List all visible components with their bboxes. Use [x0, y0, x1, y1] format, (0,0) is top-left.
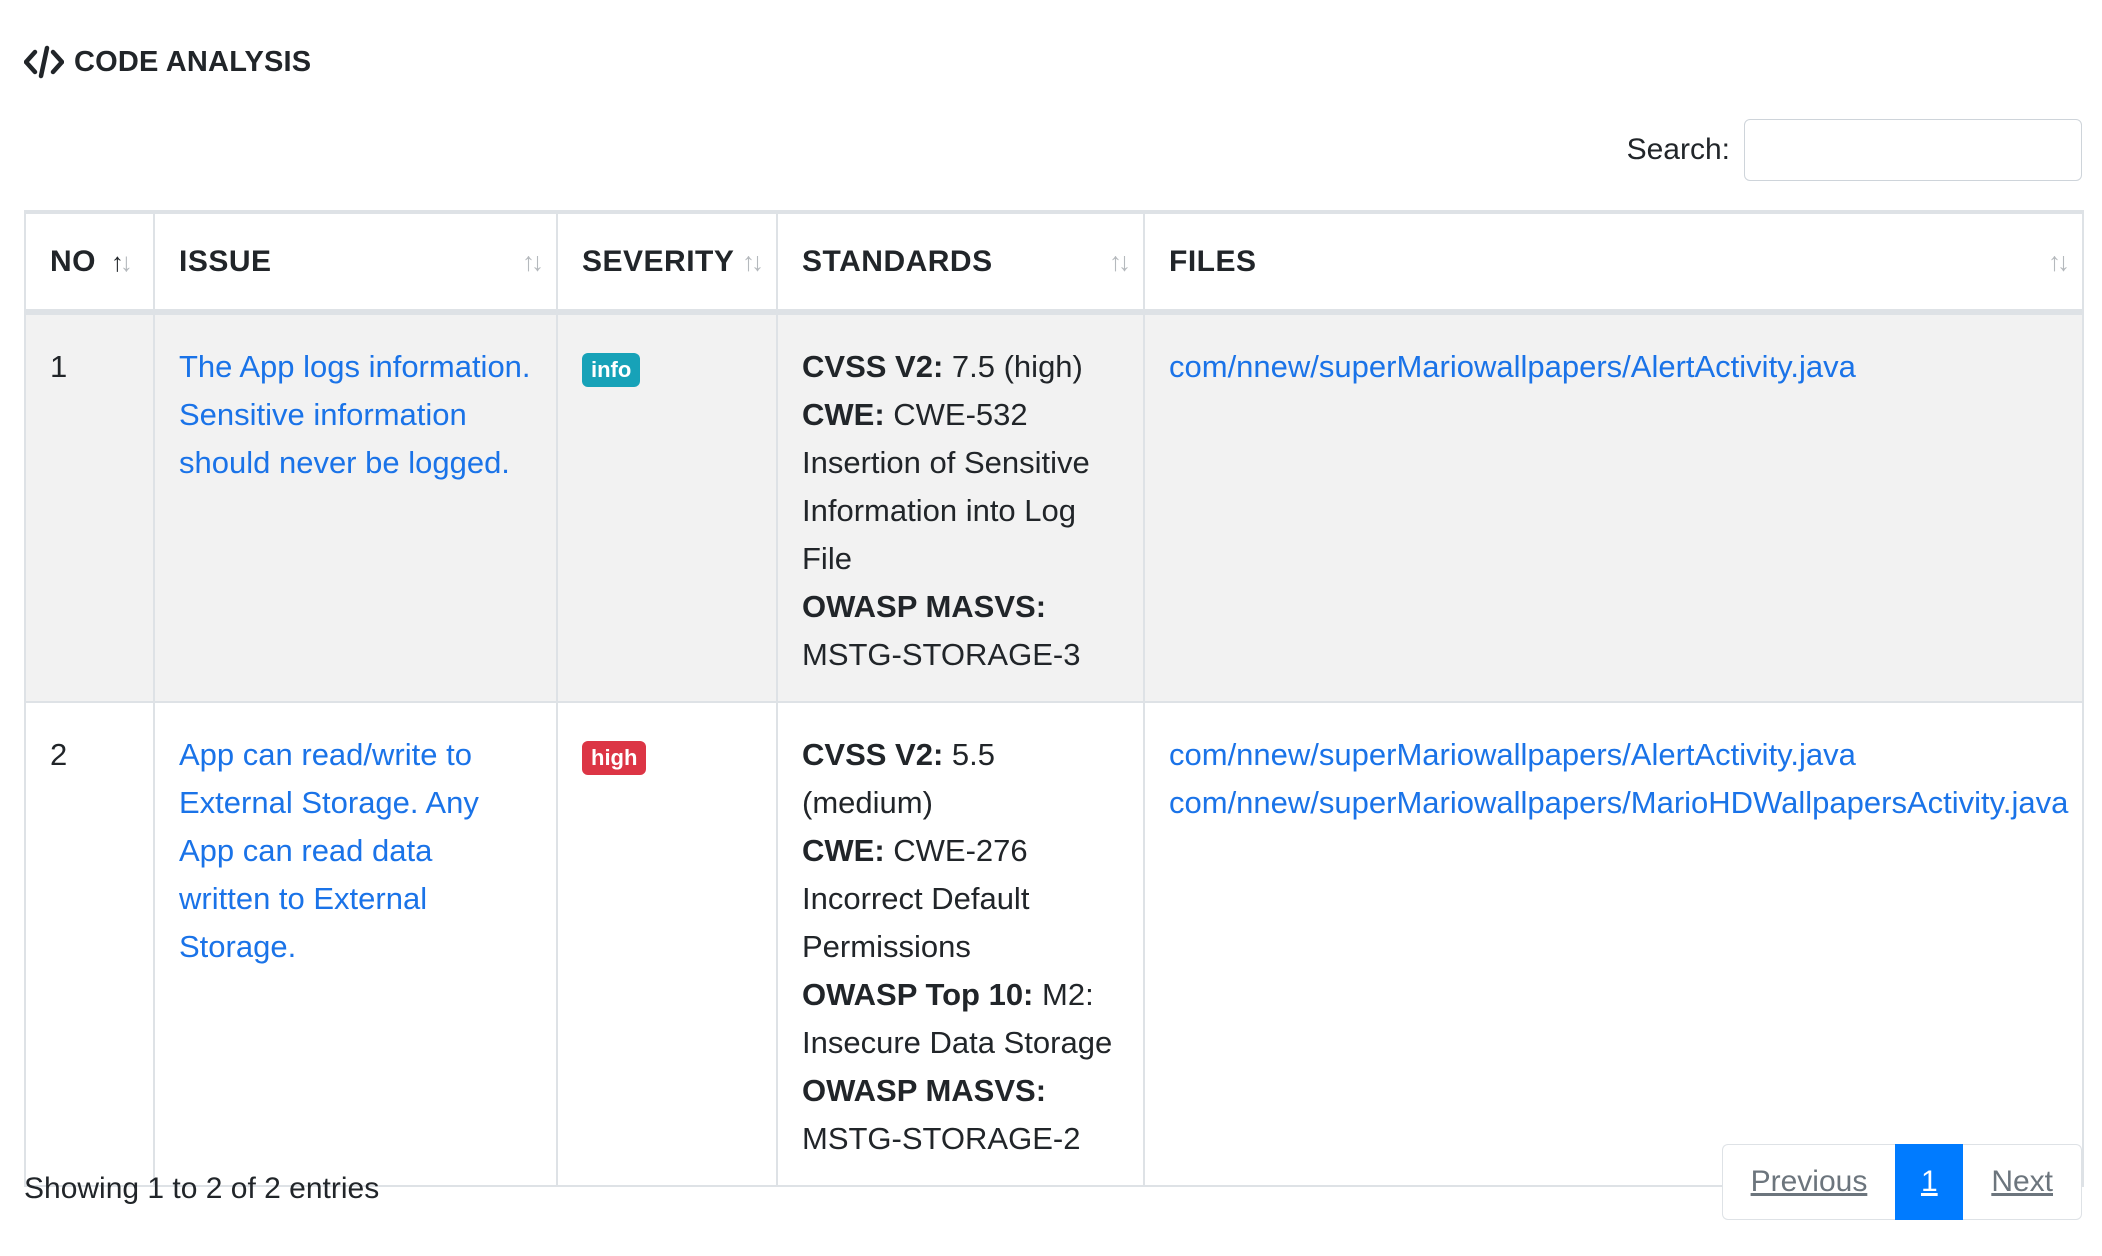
pagination: Previous 1 Next — [1721, 1144, 2082, 1220]
cell-no: 2 — [24, 701, 155, 1187]
standard-item: OWASP MASVS: MSTG-STORAGE-3 — [802, 589, 1081, 672]
code-icon — [24, 44, 64, 80]
cell-issue: App can read/write to External Storage. … — [153, 701, 558, 1187]
issue-link[interactable]: App can read/write to External Storage. … — [179, 737, 479, 964]
standard-item: CVSS V2: 7.5 (high) — [802, 349, 1083, 384]
next-page-button[interactable]: Next — [1963, 1144, 2082, 1220]
cell-issue: The App logs information. Sensitive info… — [153, 311, 558, 703]
sort-icon: ↑↓ — [742, 246, 764, 276]
standard-item: OWASP Top 10: M2: Insecure Data Storage — [802, 977, 1113, 1060]
column-header-no[interactable]: NO ↑↓ — [24, 210, 155, 315]
sort-icon: ↑↓ — [1109, 246, 1131, 276]
section-title: CODE ANALYSIS — [24, 44, 311, 80]
section-title-text: CODE ANALYSIS — [74, 45, 312, 78]
file-link[interactable]: com/nnew/superMariowallpapers/MarioHDWal… — [1169, 779, 2068, 827]
column-header-standards[interactable]: STANDARDS ↑↓ — [776, 210, 1145, 315]
cell-severity: info — [556, 311, 778, 703]
standard-item: CWE: CWE-276 Incorrect Default Permissio… — [802, 833, 1030, 964]
page-1-button[interactable]: 1 — [1895, 1144, 1964, 1220]
cell-standards: CVSS V2: 5.5 (medium) CWE: CWE-276 Incor… — [776, 701, 1145, 1187]
standard-item: OWASP MASVS: MSTG-STORAGE-2 — [802, 1073, 1081, 1156]
code-analysis-table: NO ↑↓ ISSUE ↑↓ SEVERITY ↑↓ STANDARDS ↑↓ … — [24, 210, 2084, 1187]
issue-link[interactable]: The App logs information. Sensitive info… — [179, 349, 531, 480]
severity-badge: info — [582, 353, 641, 387]
column-header-severity[interactable]: SEVERITY ↑↓ — [556, 210, 778, 315]
sort-icon: ↑↓ — [522, 246, 544, 276]
column-header-files[interactable]: FILES ↑↓ — [1143, 210, 2084, 315]
file-link[interactable]: com/nnew/superMariowallpapers/AlertActiv… — [1169, 343, 2058, 391]
table-info: Showing 1 to 2 of 2 entries — [24, 1172, 380, 1205]
cell-standards: CVSS V2: 7.5 (high) CWE: CWE-532 Inserti… — [776, 311, 1145, 703]
cell-files: com/nnew/superMariowallpapers/AlertActiv… — [1143, 701, 2084, 1187]
search-box: Search: — [1627, 119, 2082, 181]
previous-page-button[interactable]: Previous — [1721, 1144, 1896, 1220]
sort-icon: ↑↓ — [2048, 246, 2070, 276]
cell-no: 1 — [24, 311, 155, 703]
standard-item: CWE: CWE-532 Insertion of Sensitive Info… — [802, 397, 1090, 576]
cell-files: com/nnew/superMariowallpapers/AlertActiv… — [1143, 311, 2084, 703]
code-analysis-section: CODE ANALYSIS Search: NO ↑↓ ISSUE ↑↓ SEV… — [0, 0, 2102, 1256]
severity-badge: high — [582, 741, 647, 775]
search-label: Search: — [1626, 133, 1730, 166]
table-header-row: NO ↑↓ ISSUE ↑↓ SEVERITY ↑↓ STANDARDS ↑↓ … — [24, 210, 2084, 315]
standard-item: CVSS V2: 5.5 (medium) — [802, 737, 996, 820]
search-input[interactable] — [1744, 119, 2082, 181]
sort-ascending-icon: ↑↓ — [110, 246, 133, 277]
table-row: 2 App can read/write to External Storage… — [24, 701, 2084, 1187]
cell-severity: high — [556, 701, 778, 1187]
file-link[interactable]: com/nnew/superMariowallpapers/AlertActiv… — [1169, 731, 2058, 779]
table-row: 1 The App logs information. Sensitive in… — [24, 311, 2084, 703]
column-header-issue[interactable]: ISSUE ↑↓ — [153, 210, 558, 315]
